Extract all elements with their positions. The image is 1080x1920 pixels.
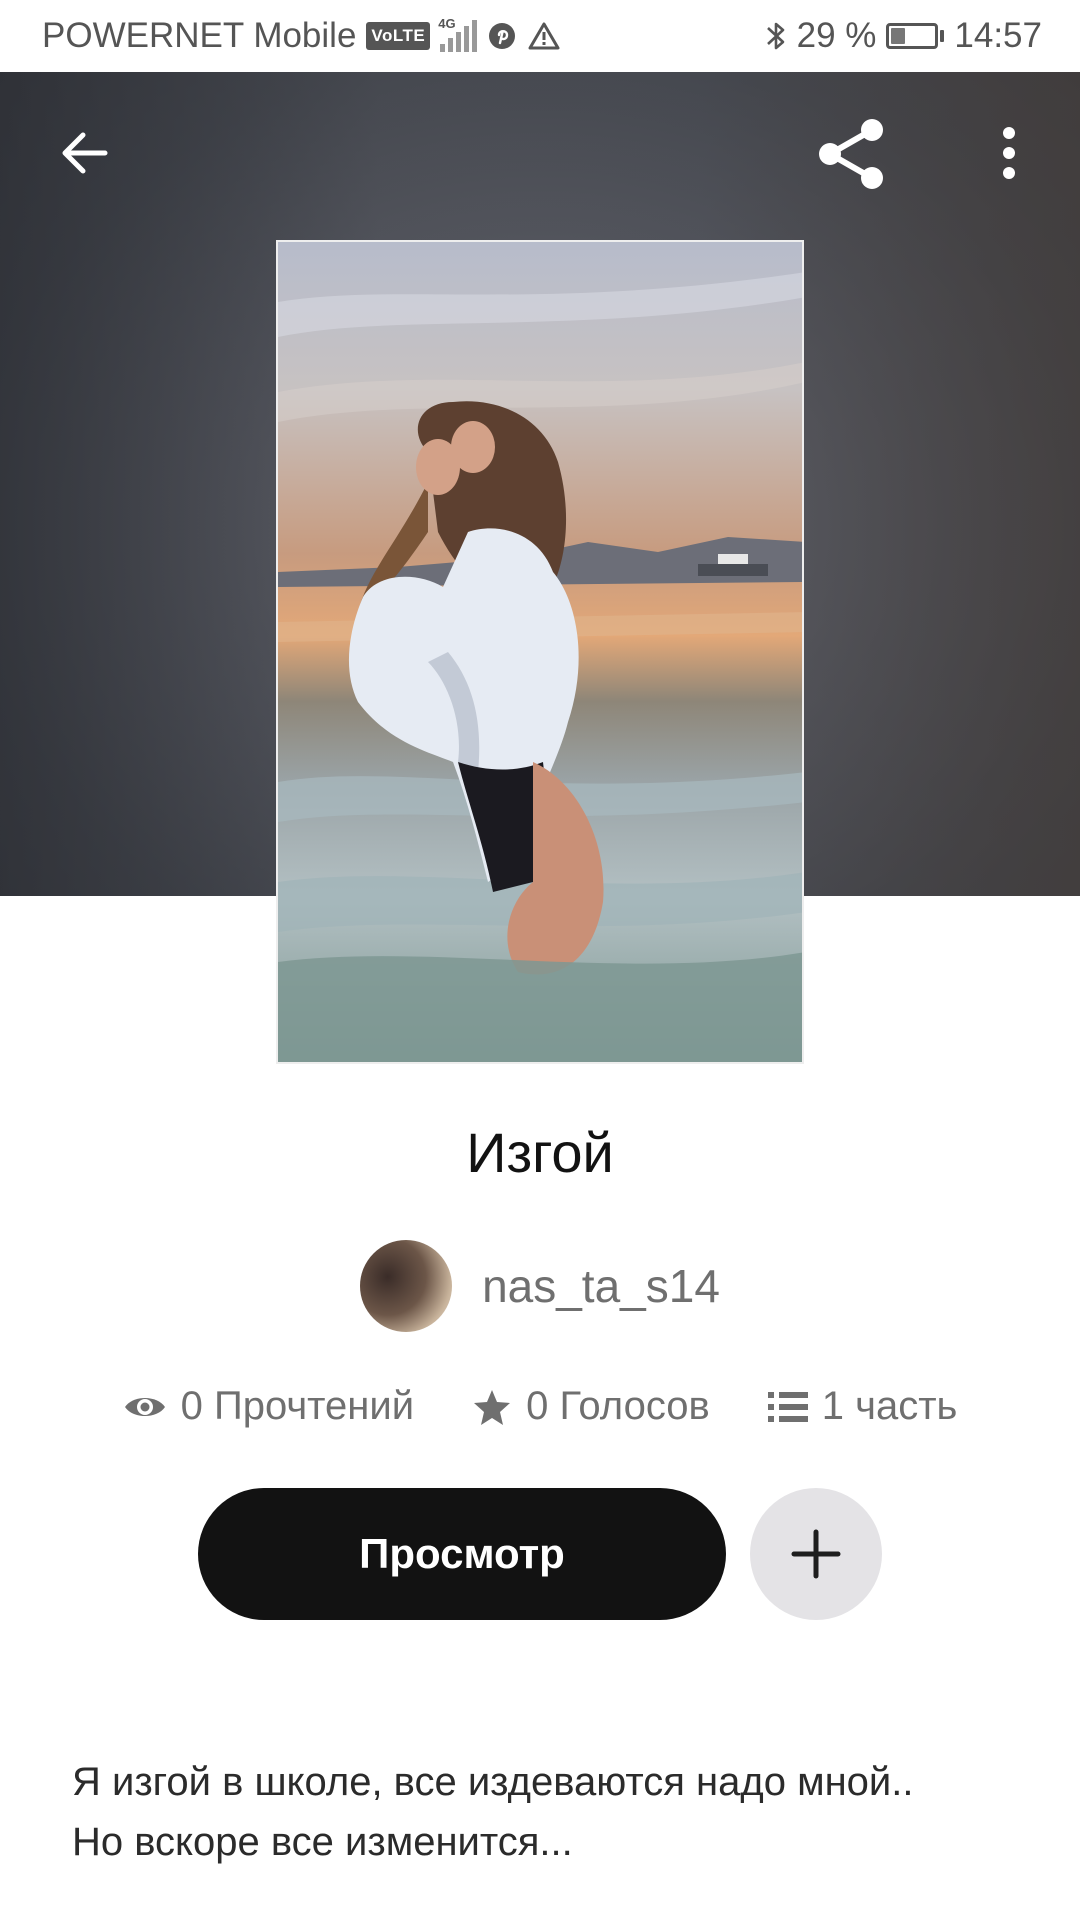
parts-count: 1 часть xyxy=(821,1384,958,1428)
story-cover-image[interactable] xyxy=(276,240,804,1064)
author-name[interactable]: nas_ta_s14 xyxy=(482,1259,720,1313)
votes-count: 0 Голосов xyxy=(526,1384,710,1428)
eye-icon xyxy=(124,1397,165,1416)
author-row[interactable]: nas_ta_s14 xyxy=(0,1240,1080,1332)
clock: 14:57 xyxy=(954,16,1042,55)
warning-icon xyxy=(527,21,561,51)
reads-count: 0 Прочтений xyxy=(180,1384,415,1428)
list-icon xyxy=(767,1391,808,1422)
more-vertical-icon xyxy=(1003,127,1015,179)
pinterest-icon xyxy=(487,21,517,51)
description-line: Я изгой в школе, все издеваются надо мно… xyxy=(72,1760,914,1804)
author-avatar[interactable] xyxy=(360,1240,453,1332)
add-to-library-button[interactable] xyxy=(750,1488,882,1620)
more-options-button[interactable] xyxy=(970,108,1048,198)
reads-stat: 0 Прочтений xyxy=(123,1384,414,1429)
network-type-label: 4G xyxy=(438,16,456,31)
signal-icon: 4G xyxy=(438,16,478,52)
volte-icon: VoLTE xyxy=(366,22,431,50)
story-description: Я изгой в школе, все издеваются надо мно… xyxy=(72,1752,1012,1872)
story-stats: 0 Прочтений 0 Голосов 1 часть xyxy=(0,1384,1080,1429)
bluetooth-icon xyxy=(765,19,787,53)
star-icon xyxy=(474,1389,511,1425)
top-toolbar xyxy=(0,100,1080,210)
status-bar: POWERNET Mobile VoLTE 4G 29 % 14:57 xyxy=(0,0,1080,72)
description-line: Но вскоре все изменится... xyxy=(72,1820,573,1864)
arrow-left-icon xyxy=(62,132,108,174)
plus-icon xyxy=(791,1529,841,1579)
share-button[interactable] xyxy=(806,104,896,204)
battery-icon xyxy=(886,23,945,49)
read-button[interactable]: Просмотр xyxy=(198,1488,726,1620)
parts-stat[interactable]: 1 часть xyxy=(767,1384,958,1429)
votes-stat: 0 Голосов xyxy=(472,1384,710,1429)
battery-percent: 29 % xyxy=(796,16,877,55)
story-title: Изгой xyxy=(466,1121,614,1184)
carrier-label: POWERNET Mobile xyxy=(42,16,357,55)
back-button[interactable] xyxy=(40,108,130,198)
share-icon xyxy=(819,119,883,189)
